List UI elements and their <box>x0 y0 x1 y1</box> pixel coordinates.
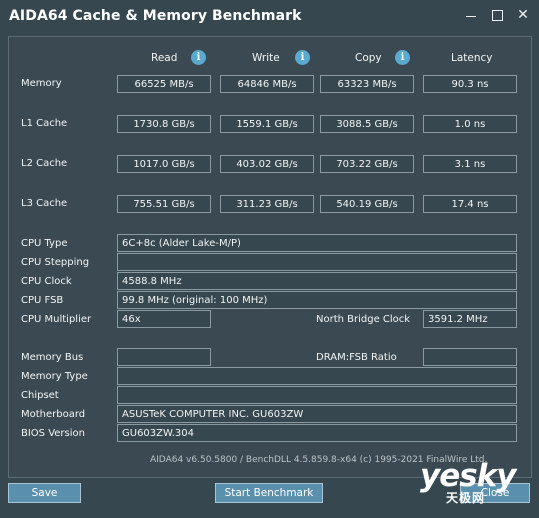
bios-version-value: GU603ZW.304 <box>117 424 517 442</box>
l2-cache-label: L2 Cache <box>21 158 68 169</box>
l3-copy-value: 540.19 GB/s <box>320 195 414 213</box>
cpu-fsb-label: CPU FSB <box>21 295 64 306</box>
header-copy: Copy <box>355 52 382 64</box>
motherboard-value: ASUSTeK COMPUTER INC. GU603ZW <box>117 405 517 423</box>
chipset-label: Chipset <box>21 390 59 401</box>
copy-info-icon[interactable]: i <box>395 50 410 65</box>
l1-latency-value: 1.0 ns <box>423 115 517 133</box>
memory-copy-value: 63323 MB/s <box>320 75 414 93</box>
maximize-button[interactable] <box>483 4 511 26</box>
cpu-clock-label: CPU Clock <box>21 276 72 287</box>
cpu-stepping-label: CPU Stepping <box>21 257 90 268</box>
cpu-multiplier-label: CPU Multiplier <box>21 314 92 325</box>
dram-fsb-ratio-value <box>423 348 517 366</box>
save-button[interactable]: Save <box>8 483 81 503</box>
motherboard-label: Motherboard <box>21 409 86 420</box>
memory-latency-value: 90.3 ns <box>423 75 517 93</box>
memory-bus-value <box>117 348 211 366</box>
l1-copy-value: 3088.5 GB/s <box>320 115 414 133</box>
title-bar: AIDA64 Cache & Memory Benchmark ✕ <box>0 0 539 34</box>
window-title: AIDA64 Cache & Memory Benchmark <box>9 8 302 24</box>
bios-version-label: BIOS Version <box>21 428 85 439</box>
l2-read-value: 1017.0 GB/s <box>117 155 211 173</box>
header-write: Write <box>252 52 280 64</box>
l3-write-value: 311.23 GB/s <box>220 195 314 213</box>
l1-read-value: 1730.8 GB/s <box>117 115 211 133</box>
l2-latency-value: 3.1 ns <box>423 155 517 173</box>
header-latency: Latency <box>451 52 493 64</box>
l1-cache-label: L1 Cache <box>21 118 68 129</box>
dram-fsb-ratio-label: DRAM:FSB Ratio <box>316 352 397 363</box>
cpu-type-label: CPU Type <box>21 238 68 249</box>
watermark-sub: 天极网 <box>446 491 486 505</box>
read-info-icon[interactable]: i <box>191 50 206 65</box>
north-bridge-clock-value: 3591.2 MHz <box>423 310 517 328</box>
memory-type-label: Memory Type <box>21 371 88 382</box>
l1-write-value: 1559.1 GB/s <box>220 115 314 133</box>
chipset-value <box>117 386 517 404</box>
minimize-icon <box>466 15 476 17</box>
close-icon: ✕ <box>517 7 529 23</box>
start-benchmark-button[interactable]: Start Benchmark <box>215 483 323 503</box>
header-read: Read <box>151 52 178 64</box>
memory-read-value: 66525 MB/s <box>117 75 211 93</box>
cpu-multiplier-value: 46x <box>117 310 211 328</box>
minimize-button[interactable] <box>457 4 485 26</box>
l2-write-value: 403.02 GB/s <box>220 155 314 173</box>
memory-bus-label: Memory Bus <box>21 352 84 363</box>
watermark-logo: yesky 天极网 <box>420 458 530 505</box>
cpu-fsb-value: 99.8 MHz (original: 100 MHz) <box>117 291 517 309</box>
cpu-stepping-value <box>117 253 517 271</box>
l2-copy-value: 703.22 GB/s <box>320 155 414 173</box>
close-window-button[interactable]: ✕ <box>509 4 537 26</box>
memory-label: Memory <box>21 78 62 89</box>
write-info-icon[interactable]: i <box>295 50 310 65</box>
cpu-type-value: 6C+8c (Alder Lake-M/P) <box>117 234 517 252</box>
north-bridge-clock-label: North Bridge Clock <box>316 314 411 325</box>
memory-type-value <box>117 367 517 385</box>
l3-cache-label: L3 Cache <box>21 198 68 209</box>
maximize-icon <box>491 9 503 21</box>
l3-read-value: 755.51 GB/s <box>117 195 211 213</box>
l3-latency-value: 17.4 ns <box>423 195 517 213</box>
cpu-clock-value: 4588.8 MHz <box>117 272 517 290</box>
memory-write-value: 64846 MB/s <box>220 75 314 93</box>
